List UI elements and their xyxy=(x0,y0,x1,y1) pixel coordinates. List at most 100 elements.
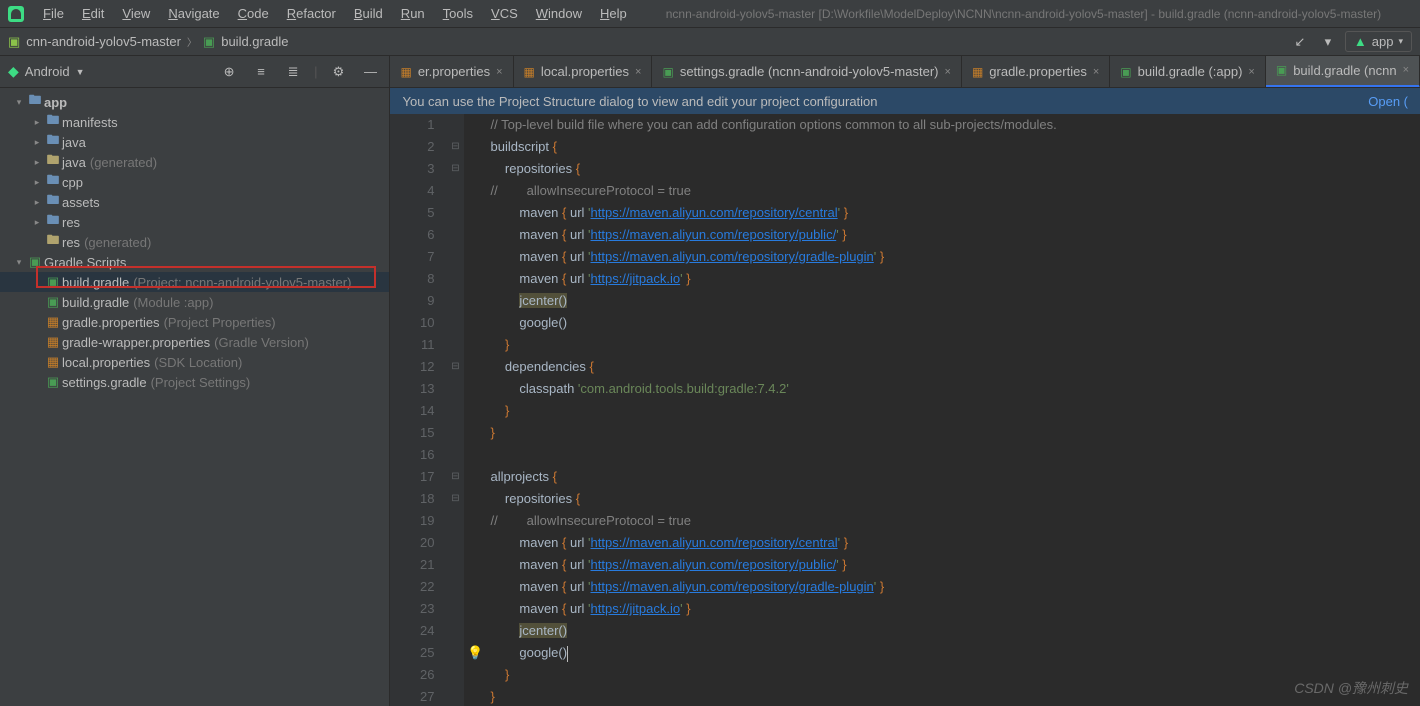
tree-arrow-icon[interactable]: ▸ xyxy=(30,117,44,128)
android-icon: ▲ xyxy=(1354,34,1367,49)
line-number-gutter[interactable]: 1234567891011121314151617181920212223242… xyxy=(390,114,446,706)
chevron-right-icon: 〉 xyxy=(187,34,197,49)
code-content[interactable]: // Top-level build file where you can ad… xyxy=(486,114,1420,706)
tree-item-app[interactable]: ▾🖿app xyxy=(0,92,389,112)
tree-item-cpp[interactable]: ▸🖿cpp xyxy=(0,172,389,192)
tab-label: build.gradle (:app) xyxy=(1138,64,1243,79)
menu-navigate[interactable]: Navigate xyxy=(159,6,228,21)
tree-item-gradle-properties[interactable]: ▦gradle.properties(Project Properties) xyxy=(0,312,389,332)
tree-hint: (Project Settings) xyxy=(151,375,251,390)
tree-arrow-icon[interactable]: ▾ xyxy=(12,257,26,268)
tree-item-assets[interactable]: ▸🖿assets xyxy=(0,192,389,212)
tree-label: gradle-wrapper.properties xyxy=(62,335,210,350)
intention-gutter[interactable]: 💡 xyxy=(464,114,486,706)
close-icon[interactable]: × xyxy=(496,66,502,78)
project-tree[interactable]: ▾🖿app▸🖿manifests▸🖿java▸🖿java(generated)▸… xyxy=(0,88,389,706)
menu-edit[interactable]: Edit xyxy=(73,6,113,21)
gradle-icon: ▣ xyxy=(44,374,62,390)
code-editor[interactable]: 1234567891011121314151617181920212223242… xyxy=(390,114,1420,706)
menu-file[interactable]: File xyxy=(34,6,73,21)
tree-hint: (generated) xyxy=(90,155,157,170)
collapse-all-icon[interactable]: ≣ xyxy=(282,61,304,83)
tree-item-gradle-wrapper-properties[interactable]: ▦gradle-wrapper.properties(Gradle Versio… xyxy=(0,332,389,352)
tree-item-res[interactable]: ▸🖿res xyxy=(0,212,389,232)
menu-vcs[interactable]: VCS xyxy=(482,6,527,21)
sync-icon[interactable]: ↙ xyxy=(1289,31,1311,53)
tree-hint: (SDK Location) xyxy=(154,355,242,370)
gradle-icon: ▣ xyxy=(203,34,215,50)
close-icon[interactable]: × xyxy=(1248,66,1254,78)
tree-item-build-gradle[interactable]: ▣build.gradle(Project: ncnn-android-yolo… xyxy=(0,272,389,292)
menu-bar: FileEditViewNavigateCodeRefactorBuildRun… xyxy=(0,0,1420,28)
window-title: ncnn-android-yolov5-master [D:\Workfile\… xyxy=(666,7,1381,21)
tree-hint: (generated) xyxy=(84,235,151,250)
breadcrumb-file[interactable]: build.gradle xyxy=(221,34,288,49)
menu-refactor[interactable]: Refactor xyxy=(278,6,345,21)
editor-tab[interactable]: ▣settings.gradle (ncnn-android-yolov5-ma… xyxy=(652,56,961,88)
tree-item-java[interactable]: ▸🖿java(generated) xyxy=(0,152,389,172)
tree-hint: (Project Properties) xyxy=(164,315,276,330)
tree-hint: (Module :app) xyxy=(133,295,213,310)
tree-arrow-icon[interactable]: ▸ xyxy=(30,197,44,208)
menu-window[interactable]: Window xyxy=(527,6,591,21)
folder-icon: 🖿 xyxy=(44,211,62,233)
editor-tab[interactable]: ▣build.gradle (ncnn× xyxy=(1266,56,1420,88)
module-icon: ▣ xyxy=(8,34,20,50)
editor-pane: ▦er.properties×▦local.properties×▣settin… xyxy=(390,56,1420,706)
hide-icon[interactable]: — xyxy=(359,61,381,83)
tab-label: er.properties xyxy=(418,64,490,79)
gradle-icon: ▣ xyxy=(1120,65,1131,79)
tree-arrow-icon[interactable]: ▸ xyxy=(30,137,44,148)
menu-build[interactable]: Build xyxy=(345,6,392,21)
menu-code[interactable]: Code xyxy=(229,6,278,21)
editor-tab[interactable]: ▦gradle.properties× xyxy=(962,56,1110,88)
tab-label: gradle.properties xyxy=(989,64,1087,79)
breadcrumb-project[interactable]: cnn-android-yolov5-master xyxy=(26,34,181,49)
gear-icon[interactable]: ⚙ xyxy=(327,61,349,83)
tab-label: local.properties xyxy=(541,64,629,79)
menu-run[interactable]: Run xyxy=(392,6,434,21)
tree-label: local.properties xyxy=(62,355,150,370)
menu-help[interactable]: Help xyxy=(591,6,636,21)
close-icon[interactable]: × xyxy=(945,66,951,78)
expand-all-icon[interactable]: ≡ xyxy=(250,61,272,83)
close-icon[interactable]: × xyxy=(635,66,641,78)
tree-item-local-properties[interactable]: ▦local.properties(SDK Location) xyxy=(0,352,389,372)
folder-icon: 🖿 xyxy=(44,191,62,213)
tree-item-java[interactable]: ▸🖿java xyxy=(0,132,389,152)
tree-hint: (Gradle Version) xyxy=(214,335,309,350)
menu-tools[interactable]: Tools xyxy=(434,6,482,21)
tree-item-Gradle Scripts[interactable]: ▾▣Gradle Scripts xyxy=(0,252,389,272)
tree-label: res xyxy=(62,235,80,250)
tree-arrow-icon[interactable]: ▸ xyxy=(30,177,44,188)
tree-item-build-gradle[interactable]: ▣build.gradle (Module :app) xyxy=(0,292,389,312)
tree-arrow-icon[interactable]: ▾ xyxy=(12,97,26,108)
breadcrumb: ▣ cnn-android-yolov5-master 〉 ▣ build.gr… xyxy=(8,34,288,50)
close-icon[interactable]: × xyxy=(1403,64,1409,76)
tree-label: app xyxy=(44,95,67,110)
close-icon[interactable]: × xyxy=(1093,66,1099,78)
gradle-icon: ▣ xyxy=(44,294,62,310)
project-view-selector[interactable]: Android xyxy=(25,64,70,79)
editor-tab[interactable]: ▣ build.gradle (:app) × xyxy=(1110,56,1266,88)
chevron-down-icon[interactable]: ▼ xyxy=(76,67,85,77)
editor-tab[interactable]: ▦local.properties× xyxy=(514,56,653,88)
tree-label: Gradle Scripts xyxy=(44,255,126,270)
intention-bulb-icon[interactable]: 💡 xyxy=(467,642,483,664)
tree-arrow-icon[interactable]: ▸ xyxy=(30,157,44,168)
tree-item-settings-gradle[interactable]: ▣settings.gradle(Project Settings) xyxy=(0,372,389,392)
tree-item-manifests[interactable]: ▸🖿manifests xyxy=(0,112,389,132)
tree-label: build.gradle xyxy=(62,295,129,310)
tree-item-res[interactable]: 🖿res (generated) xyxy=(0,232,389,252)
select-opened-file-icon[interactable]: ⊕ xyxy=(218,61,240,83)
menu-view[interactable]: View xyxy=(113,6,159,21)
notification-link[interactable]: Open ( xyxy=(1368,94,1408,109)
tree-arrow-icon[interactable]: ▸ xyxy=(30,217,44,228)
gradle-icon: ▣ xyxy=(1276,63,1287,77)
dropdown-icon[interactable]: ▾ xyxy=(1317,31,1339,53)
folder-icon: 🖿 xyxy=(44,231,62,253)
editor-tab[interactable]: ▦er.properties× xyxy=(390,56,513,88)
tree-label: gradle.properties xyxy=(62,315,160,330)
run-config-selector[interactable]: ▲ app ▾ xyxy=(1345,31,1412,52)
fold-gutter[interactable]: ⊟⊟⊟⊟⊟ xyxy=(446,114,464,706)
